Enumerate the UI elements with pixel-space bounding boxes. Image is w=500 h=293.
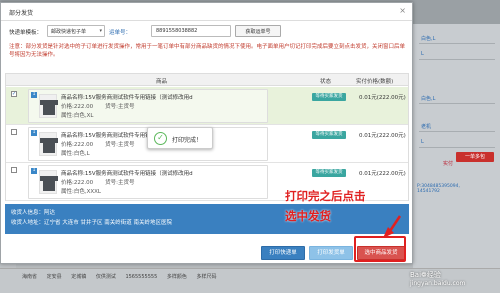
- check-circle-icon: ✓: [154, 132, 167, 145]
- row-amount: 0.01元(222.00元): [359, 95, 406, 101]
- product-attr: 属性:白色,XL: [61, 113, 94, 119]
- bg-bottom-item: 海南省: [22, 274, 38, 280]
- column-header-product: 商品: [156, 79, 168, 85]
- template-select-value: 邮政快递包子单: [51, 29, 87, 35]
- quantity-badge: 1: [31, 92, 37, 98]
- chevron-down-icon: ▾: [99, 28, 102, 34]
- tshirt-icon: [40, 100, 58, 115]
- dialog-title: 部分发货: [9, 10, 34, 17]
- bg-bottom-item: 多样颜色: [166, 274, 187, 280]
- bg-label-paid: 实付: [443, 161, 454, 167]
- table-row[interactable]: ✓ 1 商品名称:15V服务商测试软件专用链接（测试修改用d 价格:222.00…: [6, 87, 408, 125]
- bg-bottom-item: 1565555555: [125, 274, 158, 280]
- bg-multi-package-button[interactable]: 一单多包: [456, 152, 494, 162]
- product-thumbnail: [39, 94, 58, 118]
- product-thumbnail: [39, 170, 58, 194]
- bg-bottom-item: 仅供测试: [95, 274, 116, 280]
- bg-row: L: [419, 48, 495, 60]
- dialog-header: 部分发货 ×: [1, 3, 412, 21]
- waybill-label: 运单号：: [109, 30, 132, 36]
- status-badge: 等待买家发货: [312, 169, 346, 177]
- row-checkbox[interactable]: [11, 129, 17, 135]
- tshirt-icon: [40, 138, 58, 153]
- row-checkbox[interactable]: [11, 167, 17, 173]
- product-price: 价格:222.00 货号:主货号: [61, 104, 135, 110]
- toast-message: 打印完成！: [172, 137, 203, 144]
- watermark: Bai❁经验 jingyan.baidu.com: [410, 270, 465, 287]
- annotation-line: 打印完之后点击: [285, 189, 366, 203]
- waybill-input[interactable]: 8891558038882: [151, 25, 231, 37]
- row-amount: 0.01元(222.00元): [359, 171, 406, 177]
- quantity-badge: 1: [31, 168, 37, 174]
- column-header-amount: 实付价格(数额): [356, 79, 394, 85]
- tshirt-icon: [40, 176, 58, 191]
- product-title: 商品名称:15V服务商测试软件专用链接（测试修改用d: [61, 95, 193, 101]
- product-attr: 属性:白色,XXXL: [61, 189, 101, 195]
- product-price: 价格:222.00 货号:主货号: [61, 142, 135, 148]
- table-header: 商品 状态 实付价格(数额): [6, 74, 408, 86]
- status-badge: 等待买家发货: [312, 93, 346, 101]
- bg-side-text: P:3048485395094, 14541792: [417, 184, 460, 194]
- print-invoice-button[interactable]: 打印发货单: [309, 246, 353, 260]
- template-select[interactable]: 邮政快递包子单 ▾: [47, 25, 105, 37]
- shipping-toolbar: 快递单模板： 邮政快递包子单 ▾ 运单号： 8891558038882 获取运单…: [9, 25, 407, 39]
- product-card: 1 商品名称:15V服务商测试软件专用链接（测试修改用d 价格:222.00 货号…: [28, 165, 268, 199]
- bg-row: L: [419, 136, 495, 148]
- status-badge: 等待买家发货: [312, 131, 346, 139]
- print-complete-toast: ✓ 打印完成！: [147, 127, 213, 149]
- product-attr: 属性:白色,L: [61, 151, 90, 157]
- template-label: 快递单模板：: [9, 30, 43, 36]
- bg-row: 老机: [419, 120, 495, 132]
- close-icon[interactable]: ×: [399, 7, 406, 15]
- fetch-waybill-button[interactable]: 获取运单号: [235, 25, 281, 37]
- notice-text: 注意：部分发货是针对选中的子订单进行发货操作，常用于一笔订单中有部分商品缺货的情…: [9, 44, 406, 58]
- watermark-url: jingyan.baidu.com: [410, 280, 466, 287]
- bg-bottom-item: 多样尺码: [196, 274, 217, 280]
- watermark-logo: Bai❁经验: [410, 271, 441, 279]
- product-card: 1 商品名称:15V服务商测试软件专用链接（测试修改用d 价格:222.00 货号…: [28, 89, 268, 123]
- bg-bottom-item: 定城镇: [71, 274, 87, 280]
- quantity-badge: 1: [31, 130, 37, 136]
- column-header-status: 状态: [320, 79, 332, 85]
- bg-row: 白色,L: [419, 32, 495, 44]
- product-price: 价格:222.00 货号:主货号: [61, 180, 135, 186]
- row-amount: 0.01元(222.00元): [359, 133, 406, 139]
- product-title: 商品名称:15V服务商测试软件专用链接（测试修改用d: [61, 171, 193, 177]
- arrow-icon: [383, 215, 402, 238]
- print-express-button[interactable]: 打印快递单: [261, 246, 305, 260]
- bg-row: 白色,L: [419, 92, 495, 104]
- bg-bottom-item: 定安县: [46, 274, 62, 280]
- product-thumbnail: [39, 132, 58, 156]
- row-checkbox[interactable]: ✓: [11, 91, 17, 97]
